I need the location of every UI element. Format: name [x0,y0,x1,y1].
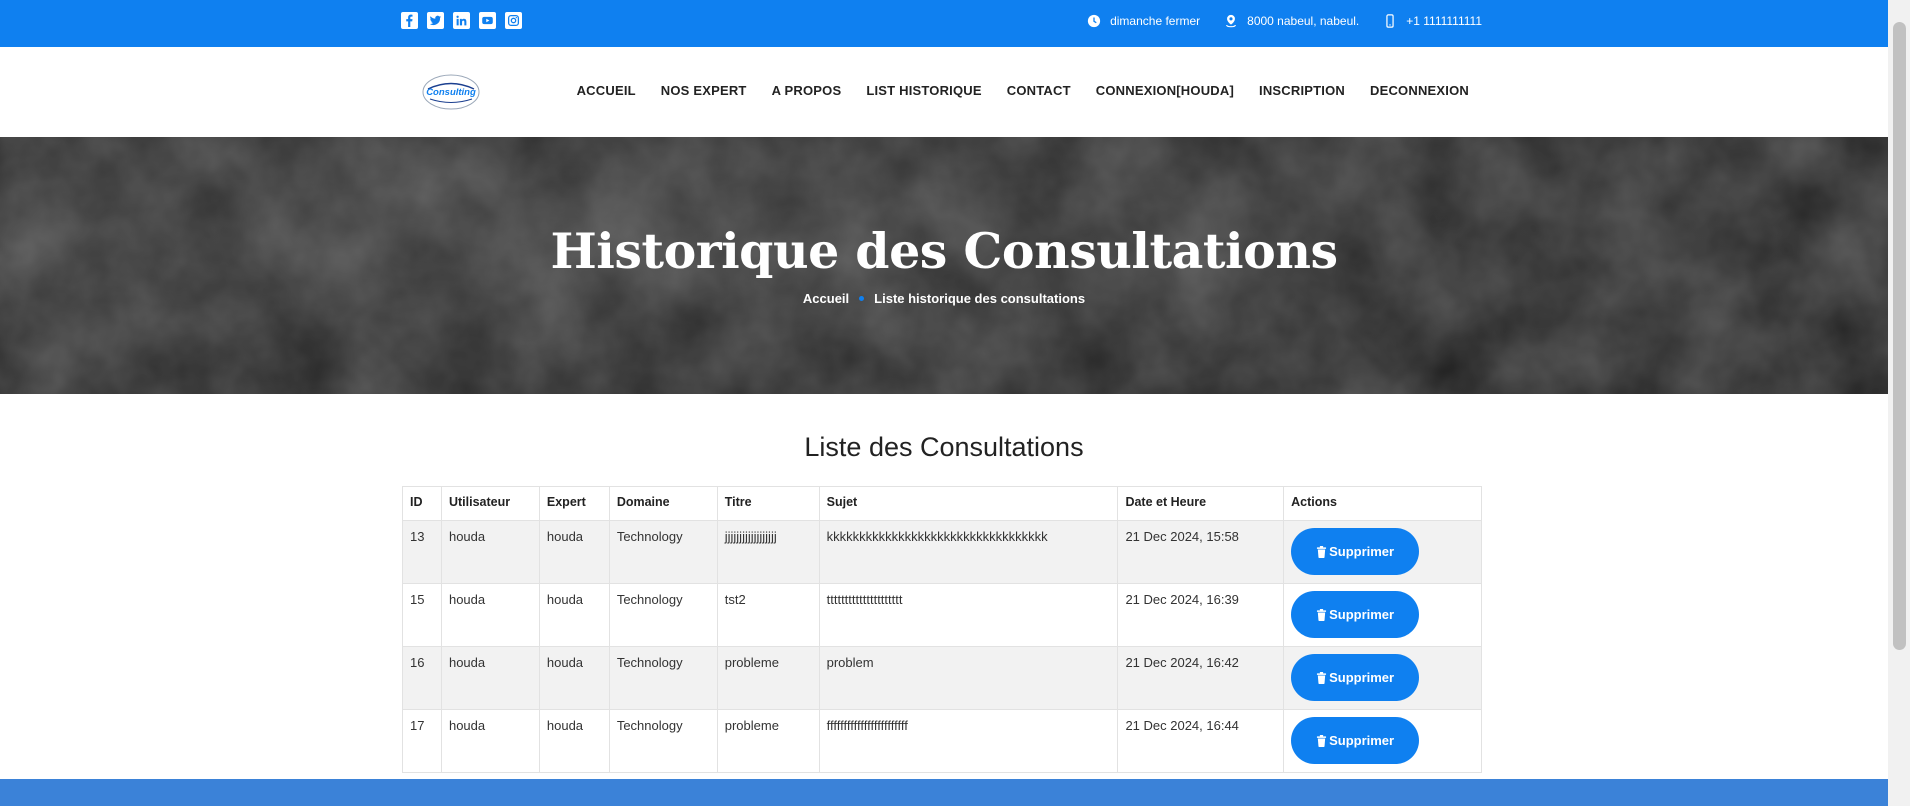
contact-info: dimanche fermer 8000 nabeul, nabeul. +1 … [1087,0,1482,41]
linkedin-icon[interactable] [453,12,470,29]
cell-expert: houda [538,646,610,710]
cell-actions: Supprimer [1283,709,1482,773]
table-header-row: ID Utilisateur Expert Domaine Titre Suje… [402,486,1482,521]
cell-sujet: problem [818,646,1119,710]
scrollbar-thumb[interactable] [1893,22,1906,650]
cell-utilisateur: houda [440,583,540,647]
col-utilisateur: Utilisateur [440,486,540,521]
instagram-icon[interactable] [505,12,522,29]
delete-button-label: Supprimer [1329,733,1395,748]
cell-actions: Supprimer [1283,583,1482,647]
trash-icon [1316,545,1327,558]
col-titre: Titre [716,486,820,521]
hours-text: dimanche fermer [1110,13,1201,28]
cell-utilisateur: houda [440,709,540,773]
logo[interactable]: Consulting [420,72,482,112]
col-sujet: Sujet [818,486,1119,521]
cell-id: 17 [402,709,442,773]
col-actions: Actions [1283,486,1482,521]
col-domaine: Domaine [608,486,718,521]
cell-domaine: Technology [608,583,718,647]
page-title: Historique des Consultations [550,222,1338,280]
nav-list-historique[interactable]: LIST HISTORIQUE [866,83,981,98]
address-text: 8000 nabeul, nabeul. [1247,13,1360,28]
cell-date: 21 Dec 2024, 16:39 [1117,583,1285,647]
hero-banner: Historique des Consultations Accueil Lis… [0,137,1888,394]
nav-menu: ACCUEIL NOS EXPERT A PROPOS LIST HISTORI… [577,83,1469,98]
nav-contact[interactable]: CONTACT [1007,83,1071,98]
nav-a-propos[interactable]: A PROPOS [772,83,842,98]
nav-connexion[interactable]: CONNEXION[HOUDA] [1096,83,1234,98]
cell-sujet: ffffffffffffffffffffffff [818,709,1119,773]
cell-date: 21 Dec 2024, 15:58 [1117,520,1285,584]
delete-button[interactable]: Supprimer [1291,528,1420,575]
phone-text: +1 1111111111 [1406,13,1482,28]
table-row: 16 houda houda Technology probleme probl… [402,646,1482,710]
col-expert: Expert [538,486,610,521]
cell-id: 13 [402,520,442,584]
logo-text: Consulting [426,87,476,98]
trash-icon [1316,608,1327,621]
cell-titre: jjjjjjjjjjjjjjjjjj [716,520,820,584]
cell-expert: houda [538,709,610,773]
cell-date: 21 Dec 2024, 16:42 [1117,646,1285,710]
youtube-icon[interactable] [479,12,496,29]
nav-deconnexion[interactable]: DECONNEXION [1370,83,1469,98]
cell-expert: houda [538,520,610,584]
delete-button-label: Supprimer [1329,607,1395,622]
cell-utilisateur: houda [440,646,540,710]
cell-titre: probleme [716,646,820,710]
nav-accueil[interactable]: ACCUEIL [577,83,636,98]
cell-sujet: ttttttttttttttttttttt [818,583,1119,647]
nav-nos-expert[interactable]: NOS EXPERT [661,83,747,98]
location-icon [1226,14,1237,27]
cell-date: 21 Dec 2024, 16:44 [1117,709,1285,773]
delete-button-label: Supprimer [1329,544,1395,559]
col-id: ID [402,486,442,521]
opening-hours: dimanche fermer [1087,14,1200,28]
trash-icon [1316,734,1327,747]
cell-id: 15 [402,583,442,647]
cell-titre: tst2 [716,583,820,647]
cell-domaine: Technology [608,520,718,584]
table-row: 13 houda houda Technology jjjjjjjjjjjjjj… [402,520,1482,584]
trash-icon [1316,671,1327,684]
facebook-icon[interactable] [401,12,418,29]
cell-utilisateur: houda [440,520,540,584]
social-links [401,12,522,29]
top-bar: dimanche fermer 8000 nabeul, nabeul. +1 … [0,0,1888,47]
delete-button[interactable]: Supprimer [1291,717,1420,764]
cell-sujet: kkkkkkkkkkkkkkkkkkkkkkkkkkkkkkkkkk [818,520,1119,584]
breadcrumb-home[interactable]: Accueil [803,291,849,306]
cell-expert: houda [538,583,610,647]
clock-icon [1087,14,1101,27]
breadcrumb-current: Liste historique des consultations [874,291,1086,306]
address: 8000 nabeul, nabeul. [1224,14,1359,28]
col-date: Date et Heure [1117,486,1285,521]
cell-domaine: Technology [608,646,718,710]
nav-inscription[interactable]: INSCRIPTION [1259,83,1345,98]
table-row: 17 houda houda Technology probleme fffff… [402,709,1482,773]
delete-button[interactable]: Supprimer [1291,654,1420,701]
footer [0,779,1888,806]
phone: +1 1111111111 [1383,14,1482,28]
cell-id: 16 [402,646,442,710]
twitter-icon[interactable] [427,12,444,29]
delete-button[interactable]: Supprimer [1291,591,1420,638]
breadcrumb: Accueil Liste historique des consultatio… [0,291,1888,306]
logo-image: Consulting [422,74,480,110]
cell-actions: Supprimer [1283,646,1482,710]
cell-domaine: Technology [608,709,718,773]
breadcrumb-separator [859,296,865,301]
phone-icon [1386,13,1394,28]
page-scrollbar[interactable] [1888,0,1910,806]
cell-actions: Supprimer [1283,520,1482,584]
list-title: Liste des Consultations [804,432,1084,462]
main-navbar: Consulting ACCUEIL NOS EXPERT A PROPOS L… [0,47,1888,137]
page: dimanche fermer 8000 nabeul, nabeul. +1 … [0,0,1910,806]
delete-button-label: Supprimer [1329,670,1395,685]
consultations-table: ID Utilisateur Expert Domaine Titre Suje… [402,486,1482,773]
table-row: 15 houda houda Technology tst2 ttttttttt… [402,583,1482,647]
cell-titre: probleme [716,709,820,773]
